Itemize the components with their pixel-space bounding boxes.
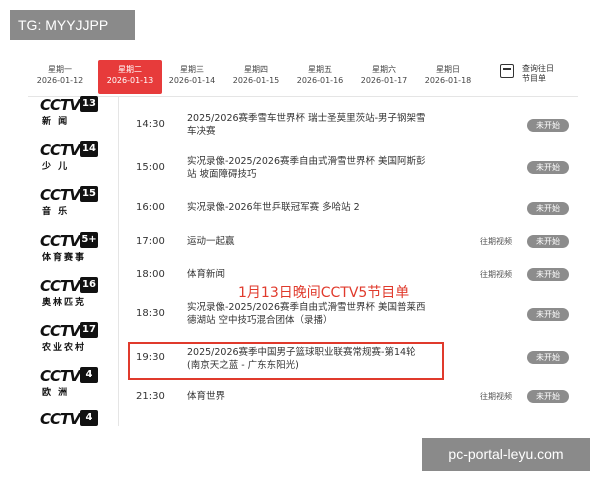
status-badge: 未开始 — [527, 161, 569, 174]
channel-logo-cctv5plus[interactable]: CCTV 5+ 体育赛事 — [40, 232, 98, 263]
status-badge: 未开始 — [527, 308, 569, 321]
program-time: 14:30 — [136, 119, 165, 130]
status-badge: 未开始 — [527, 268, 569, 281]
program-time: 21:30 — [136, 391, 165, 402]
status-badge: 未开始 — [527, 202, 569, 215]
watermark-bottom: pc-portal-leyu.com — [422, 438, 590, 471]
channel-logo-cctv16[interactable]: CCTV 16 奥林匹克 — [40, 277, 98, 308]
annotation-text: 1月13日晚间CCTV5节目单 — [238, 285, 410, 301]
program-title[interactable]: 体育世界 — [187, 390, 427, 403]
channel-logo-cctv17[interactable]: CCTV 17 农业农村 — [40, 322, 98, 353]
date-tab[interactable]: 星期三 2026-01-14 — [160, 60, 224, 94]
program-title[interactable]: 2025/2026赛季雪车世界杯 瑞士圣莫里茨站-男子钢架雪车决赛 — [187, 112, 427, 138]
channel-logo-cctv15[interactable]: CCTV 15 音 乐 — [40, 186, 98, 217]
program-time: 18:00 — [136, 269, 165, 280]
past-videos-link[interactable]: 往期视频 — [480, 269, 512, 280]
date-tab-active[interactable]: 星期二 2026-01-13 — [98, 60, 162, 94]
date-tab[interactable]: 星期一 2026-01-12 — [28, 60, 92, 94]
divider — [118, 96, 119, 426]
program-title[interactable]: 运动一起赢 — [187, 235, 427, 248]
status-badge: 未开始 — [527, 119, 569, 132]
date-tab[interactable]: 星期五 2026-01-16 — [288, 60, 352, 94]
status-badge: 未开始 — [527, 351, 569, 364]
status-badge: 未开始 — [527, 235, 569, 248]
watermark-top: TG: MYYJJPP — [10, 10, 135, 40]
program-time: 15:00 — [136, 162, 165, 173]
channel-logo-cctv14[interactable]: CCTV 14 少 儿 — [40, 141, 98, 172]
channel-logo-cctv4[interactable]: CCTV 4 — [40, 410, 98, 426]
program-title[interactable]: 实况录像-2025/2026赛季自由式滑雪世界杯 美国阿斯彭站 坡面障碍技巧 — [187, 155, 427, 181]
date-tab[interactable]: 星期日 2026-01-18 — [416, 60, 480, 94]
channel-logo-cctv13[interactable]: CCTV 13 新 闻 — [40, 96, 98, 127]
program-title[interactable]: 实况录像-2025/2026赛季自由式滑雪世界杯 美国普莱西德湖站 空中技巧混合… — [187, 301, 427, 327]
program-time: 18:30 — [136, 308, 165, 319]
program-title[interactable]: 体育新闻 — [187, 268, 427, 281]
program-time: 16:00 — [136, 202, 165, 213]
status-badge: 未开始 — [527, 390, 569, 403]
date-tab[interactable]: 星期四 2026-01-15 — [224, 60, 288, 94]
channel-logo-cctv4-europe[interactable]: CCTV 4 欧 洲 — [40, 367, 98, 398]
history-schedule-link[interactable]: 查询往日 节目单 — [500, 64, 580, 94]
past-videos-link[interactable]: 往期视频 — [480, 236, 512, 247]
program-time: 17:00 — [136, 236, 165, 247]
program-title[interactable]: 实况录像-2026年世乒联冠军赛 多哈站 2 — [187, 201, 427, 214]
divider — [28, 96, 578, 97]
highlight-frame — [128, 342, 444, 380]
calendar-icon — [500, 64, 514, 78]
past-videos-link[interactable]: 往期视频 — [480, 391, 512, 402]
date-selector: 星期一 2026-01-12 星期二 2026-01-13 星期三 2026-01-1… — [28, 60, 578, 94]
date-tab[interactable]: 星期六 2026-01-17 — [352, 60, 416, 94]
